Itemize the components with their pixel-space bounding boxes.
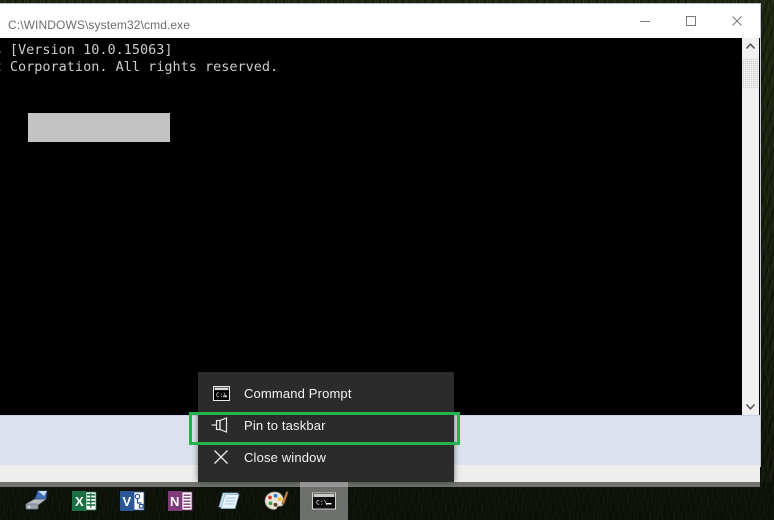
menu-item-label: Command Prompt xyxy=(244,385,352,401)
console-text: rosoft Windows [Version 10.0.15063] 2017… xyxy=(0,42,279,75)
scrollbar-thumb[interactable] xyxy=(742,59,759,89)
excel-icon: X xyxy=(72,491,97,511)
sticky-notes-icon xyxy=(218,492,240,509)
window-title: C:\WINDOWS\system32\cmd.exe xyxy=(8,18,191,32)
close-x-icon xyxy=(198,449,244,465)
redacted-username-block xyxy=(28,113,170,142)
menu-item-label: Close window xyxy=(244,449,327,465)
svg-text:N: N xyxy=(170,494,179,509)
svg-text:X: X xyxy=(75,494,84,509)
cmd-icon: C:\ xyxy=(198,385,244,401)
menu-item-close-window[interactable]: Close window xyxy=(198,441,454,473)
visio-icon: V xyxy=(120,491,145,511)
menu-item-command-prompt[interactable]: C:\ Command Prompt xyxy=(198,377,454,409)
svg-text:V: V xyxy=(123,494,132,509)
taskbar-item-scanner-printer[interactable] xyxy=(12,482,60,520)
svg-text:C:\: C:\ xyxy=(216,392,227,399)
pin-icon xyxy=(198,417,244,433)
taskbar-item-command-prompt[interactable]: C:\ xyxy=(300,482,348,520)
scroll-up-arrow-icon[interactable] xyxy=(742,38,759,55)
taskbar-jumplist-menu: C:\ Command Prompt Pin to taskbar Close … xyxy=(198,372,454,482)
taskbar-item-visio[interactable]: V xyxy=(108,482,156,520)
taskbar: X V N C:\ xyxy=(0,482,774,520)
scroll-down-arrow-icon[interactable] xyxy=(742,398,759,415)
window-titlebar[interactable]: C:\WINDOWS\system32\cmd.exe xyxy=(0,4,760,38)
taskbar-item-onenote[interactable]: N xyxy=(156,482,204,520)
onenote-icon: N xyxy=(168,491,193,511)
taskbar-item-paint[interactable] xyxy=(252,482,300,520)
minimize-button[interactable] xyxy=(622,4,668,38)
window-controls xyxy=(622,4,760,38)
menu-item-label: Pin to taskbar xyxy=(244,417,326,433)
console-scrollbar[interactable] xyxy=(742,38,759,415)
menu-item-pin-to-taskbar[interactable]: Pin to taskbar xyxy=(198,409,454,441)
console-output-area[interactable]: rosoft Windows [Version 10.0.15063] 2017… xyxy=(0,38,760,415)
paint-icon xyxy=(264,490,289,510)
scanner-printer-icon xyxy=(24,490,48,510)
svg-text:C:\: C:\ xyxy=(316,499,328,507)
command-prompt-icon: C:\ xyxy=(312,492,336,510)
taskbar-item-sticky-notes[interactable] xyxy=(204,482,252,520)
taskbar-item-excel[interactable]: X xyxy=(60,482,108,520)
maximize-button[interactable] xyxy=(668,4,714,38)
desktop-screen: C:\WINDOWS\system32\cmd.exe [Version 10.… xyxy=(0,0,774,520)
close-button[interactable] xyxy=(714,4,760,38)
